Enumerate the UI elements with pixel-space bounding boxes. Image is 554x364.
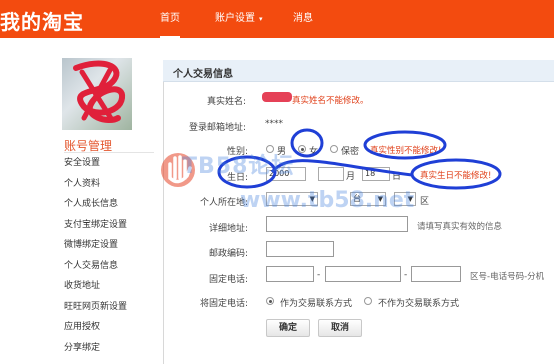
contact-no-label: 不作为交易联系方式 [378, 299, 460, 309]
phone-dash-2: - [404, 270, 408, 280]
contact-yes-radio[interactable] [266, 297, 274, 305]
realname-warning: 真实姓名不能修改。 [292, 96, 369, 106]
gender-secret-radio[interactable] [330, 145, 338, 153]
confirm-button[interactable]: 确定 [266, 319, 310, 337]
gender-female-label: 女 [309, 147, 319, 157]
contact-yes-label: 作为交易联系方式 [280, 299, 353, 309]
contact-no-radio[interactable] [364, 297, 372, 305]
fixed-phone-label: 将固定电话: [199, 299, 248, 309]
watermark-url-text: www.tb58.net [240, 188, 415, 213]
sidebar-item-address[interactable]: 收货地址 [64, 276, 154, 297]
phone-area-code-input[interactable] [266, 266, 314, 282]
location-district-unit: 区 [420, 197, 430, 207]
phone-hint: 区号-电话号码-分机 [470, 272, 545, 282]
sidebar-item-share[interactable]: 分享绑定 [64, 338, 154, 359]
address-input[interactable] [266, 216, 408, 232]
sidebar-item-profile[interactable]: 个人资料 [64, 174, 154, 195]
birthday-day-select[interactable]: 18 [362, 167, 390, 181]
postcode-label: 邮政编码: [208, 249, 248, 259]
address-label: 详细地址: [208, 224, 248, 234]
nav-account-settings-label: 账户设置 [215, 13, 255, 24]
birthday-warning: 真实生日不能修改! [420, 171, 492, 181]
panel-header: 个人交易信息 [163, 60, 554, 82]
avatar[interactable] [62, 58, 132, 130]
sidebar-item-security[interactable]: 安全设置 [64, 153, 154, 174]
my-taobao-logo[interactable]: 我的淘宝 [0, 6, 84, 35]
birthday-month-unit: 月 [346, 172, 356, 182]
top-header-bar: 我的淘宝 首页 账户设置 ▾ 消息 [0, 0, 554, 38]
gender-warning: 真实性别不能修改! [370, 146, 442, 156]
realname-label: 真实姓名: [206, 97, 246, 107]
sidebar-item-app-auth[interactable]: 应用授权 [64, 317, 154, 338]
gender-female-radio[interactable] [298, 145, 306, 153]
birthday-day-value: 18 [365, 169, 376, 178]
watermark-forum-text: TB58论坛 [182, 154, 295, 179]
birthday-month-select[interactable] [318, 167, 344, 181]
nav-account-settings[interactable]: 账户设置 ▾ [215, 0, 263, 38]
phone-dash-1: - [317, 270, 321, 280]
sidebar-item-growth[interactable]: 个人成长信息 [64, 194, 154, 215]
phone-extension-input[interactable] [411, 266, 461, 282]
gender-secret-label: 保密 [341, 147, 360, 157]
sidebar-item-wangwang[interactable]: 旺旺网页新设置 [64, 297, 154, 318]
birthday-day-unit: 日 [392, 172, 402, 182]
phone-number-input[interactable] [325, 266, 401, 282]
realname-redacted [262, 92, 292, 102]
nav-home[interactable]: 首页 [160, 0, 180, 38]
address-hint: 请填写真实有效的信息 [417, 222, 503, 232]
chevron-down-icon: ▾ [259, 15, 263, 23]
postcode-input[interactable] [266, 241, 334, 257]
red-scribble-redaction [73, 60, 125, 123]
sidebar-menu: 安全设置 个人资料 个人成长信息 支付宝绑定设置 微博绑定设置 个人交易信息 收… [64, 152, 154, 358]
nav-messages[interactable]: 消息 [293, 0, 313, 38]
email-label: 登录邮箱地址: [188, 123, 246, 133]
sidebar-item-alipay[interactable]: 支付宝绑定设置 [64, 215, 154, 236]
sidebar-item-trade-info[interactable]: 个人交易信息 [64, 256, 154, 277]
phone-label: 固定电话: [208, 275, 248, 285]
sidebar-item-weibo[interactable]: 微博绑定设置 [64, 235, 154, 256]
panel-title: 个人交易信息 [173, 69, 233, 80]
email-value: **** [265, 119, 283, 129]
cancel-button[interactable]: 取消 [318, 319, 362, 337]
